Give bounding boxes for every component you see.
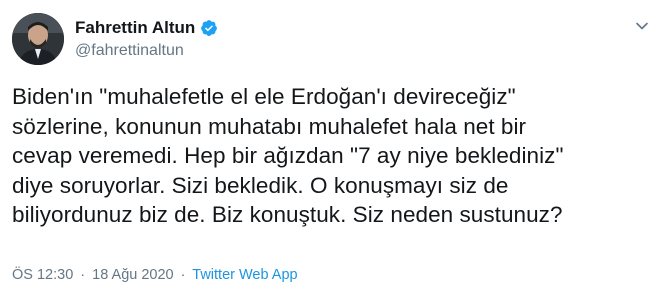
author-names: Fahrettin Altun @fahrettinaltun [75,17,218,61]
tweet-header: Fahrettin Altun @fahrettinaltun [12,10,218,68]
tweet-text-line: Biden'ın "muhalefetle el ele Erdoğan'ı d… [12,84,516,109]
tweet-text-line: cevap veremedi. Hep bir ağızdan "7 ay ni… [12,143,564,168]
author-display-name[interactable]: Fahrettin Altun [75,17,195,39]
avatar[interactable] [12,13,64,65]
tweet-text: Biden'ın "muhalefetle el ele Erdoğan'ı d… [12,82,662,230]
tweet-card: Fahrettin Altun @fahrettinaltun Biden'ın… [0,0,670,307]
meta-separator: · [180,267,186,283]
name-row: Fahrettin Altun [75,17,218,39]
tweet-date[interactable]: 18 Ağu 2020 [92,267,173,283]
meta-separator: · [80,267,86,283]
author-handle[interactable]: @fahrettinaltun [75,40,218,61]
tweet-meta: ÖS 12:30 · 18 Ağu 2020 · Twitter Web App [12,266,298,284]
tweet-source-link[interactable]: Twitter Web App [192,267,297,283]
chevron-down-icon[interactable] [634,18,650,34]
tweet-text-line: sözlerine, konunun muhatabı muhalefet ha… [12,113,527,139]
tweet-time[interactable]: ÖS 12:30 [12,267,73,283]
tweet-text-line: diye soruyorlar. Sizi bekledik. O konuşm… [12,172,509,198]
verified-badge-icon [200,19,218,37]
avatar-image [12,13,64,65]
tweet-text-line: biliyordunuz biz de. Biz konuştuk. Siz n… [12,202,563,227]
